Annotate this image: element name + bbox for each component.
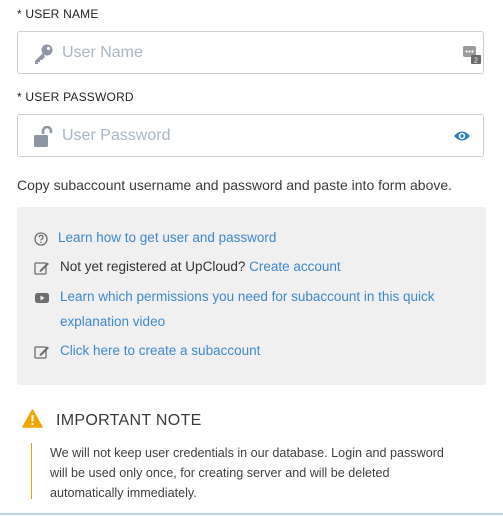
- permissions-video-link[interactable]: Learn which permissions you need for sub…: [60, 284, 434, 334]
- show-password-eye-icon[interactable]: [453, 128, 471, 144]
- help-circle-icon: [34, 231, 50, 247]
- not-registered-label: Not yet registered at UpCloud?: [60, 259, 246, 274]
- key-icon: [32, 43, 54, 65]
- password-manager-icon[interactable]: 2: [463, 46, 481, 65]
- password-manager-badge: 2: [474, 58, 478, 65]
- learn-credentials-link[interactable]: Learn how to get user and password: [58, 230, 276, 245]
- important-note-line3: automatically immediately.: [50, 486, 197, 500]
- edit-icon: [34, 344, 50, 360]
- warning-icon: [22, 409, 43, 433]
- username-field[interactable]: 2: [17, 31, 484, 74]
- copy-instruction-text: Copy subaccount username and password an…: [17, 177, 453, 193]
- create-account-link[interactable]: Create account: [249, 259, 341, 274]
- important-note-title: IMPORTANT NOTE: [56, 412, 202, 429]
- bottom-divider: [0, 513, 503, 515]
- permissions-video-link-line2: explanation video: [60, 314, 166, 329]
- not-registered-text: Not yet registered at UpCloud? Create ac…: [60, 259, 341, 274]
- permissions-video-link-line1: Learn which permissions you need for sub…: [60, 289, 435, 304]
- username-input[interactable]: [62, 40, 442, 66]
- note-accent-bar: [31, 443, 32, 499]
- important-note-body: We will not keep user credentials in our…: [50, 443, 470, 503]
- create-subaccount-link[interactable]: Click here to create a subaccount: [60, 343, 260, 358]
- password-label: * USER PASSWORD: [17, 90, 134, 104]
- edit-icon: [34, 260, 50, 276]
- username-label: * USER NAME: [17, 7, 99, 21]
- help-links-box: Learn how to get user and password Not y…: [17, 207, 486, 385]
- important-note-line2: will be used only once, for creating ser…: [50, 466, 390, 480]
- password-input[interactable]: [62, 123, 442, 149]
- video-icon: [34, 290, 50, 306]
- password-field[interactable]: [17, 114, 484, 157]
- important-note-line1: We will not keep user credentials in our…: [50, 446, 444, 460]
- unlock-icon: [32, 125, 54, 148]
